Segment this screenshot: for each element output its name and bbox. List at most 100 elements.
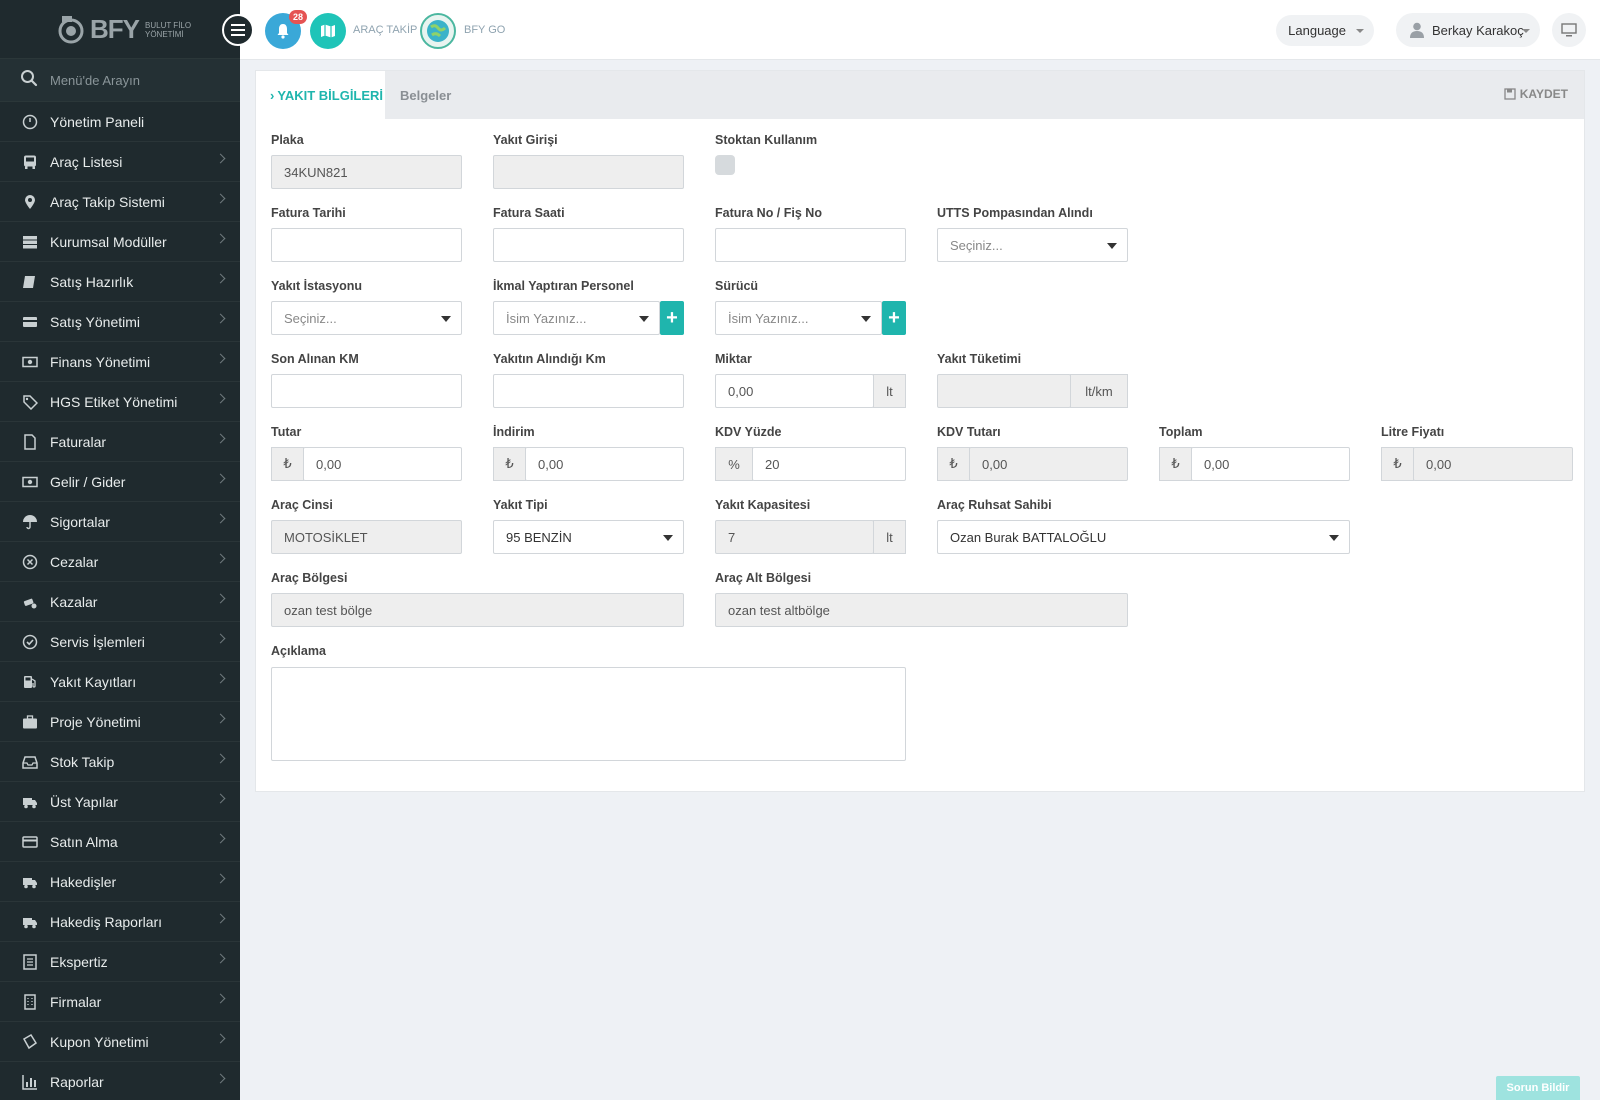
stoktan-kullanim-checkbox[interactable]: [715, 155, 735, 175]
sidebar-item-20[interactable]: Hakedişler: [0, 862, 240, 902]
map-button[interactable]: [310, 13, 346, 49]
surucu-select[interactable]: İsim Yazınız...: [715, 301, 882, 335]
aciklama-label: Açıklama: [271, 644, 326, 658]
user-menu[interactable]: Berkay Karakoç: [1396, 13, 1540, 47]
yakit-tipi-label: Yakıt Tipi: [493, 498, 548, 512]
topbar: 28 ARAÇ TAKİP BFY GO Language Berkay Kar…: [240, 0, 1600, 60]
sidebar-item-2[interactable]: Araç Listesi: [0, 142, 240, 182]
save-button[interactable]: KAYDET: [1504, 87, 1568, 101]
sidebar-item-24[interactable]: Kupon Yönetimi: [0, 1022, 240, 1062]
fatura-tarihi-input[interactable]: [271, 228, 462, 262]
monitor-icon: [1561, 23, 1577, 37]
sidebar-item-label: Yönetim Paneli: [50, 113, 145, 130]
sidebar-item-15[interactable]: Yakıt Kayıtları: [0, 662, 240, 702]
sidebar-item-8[interactable]: HGS Etiket Yönetimi: [0, 382, 240, 422]
son-km-input[interactable]: [271, 374, 462, 408]
bfy-go-link[interactable]: BFY GO: [464, 24, 505, 36]
miktar-input[interactable]: 0,00: [715, 374, 874, 408]
sidebar-item-9[interactable]: Faturalar: [0, 422, 240, 462]
sidebar-item-label: Ekspertiz: [50, 953, 108, 970]
sidebar-item-label: Kupon Yönetimi: [50, 1033, 149, 1050]
sidebar-item-label: Satış Hazırlık: [50, 273, 134, 290]
sidebar-item-12[interactable]: Cezalar: [0, 542, 240, 582]
sidebar-item-6[interactable]: Satış Yönetimi: [0, 302, 240, 342]
sidebar-item-10[interactable]: Gelir / Gider: [0, 462, 240, 502]
sidebar-item-14[interactable]: Servis İşlemleri: [0, 622, 240, 662]
sidebar-item-label: Yakıt Kayıtları: [50, 673, 137, 690]
list-icon: [20, 952, 40, 972]
stoktan-kullanim-label: Stoktan Kullanım: [715, 133, 818, 147]
arac-takip-link[interactable]: ARAÇ TAKİP: [353, 24, 417, 36]
tab-belgeler[interactable]: Belgeler: [400, 71, 451, 119]
money-icon: [20, 352, 40, 372]
toplam-input[interactable]: 0,00: [1191, 447, 1350, 481]
sidebar-item-19[interactable]: Satın Alma: [0, 822, 240, 862]
sidebar-item-1[interactable]: Yönetim Paneli: [0, 102, 240, 142]
utts-select[interactable]: Seçiniz...: [937, 228, 1128, 262]
notifications-button[interactable]: 28: [265, 10, 307, 49]
sidebar-item-25[interactable]: Raporlar: [0, 1062, 240, 1100]
sidebar-item-16[interactable]: Proje Yönetimi: [0, 702, 240, 742]
menu-toggle-button[interactable]: [222, 14, 254, 46]
bfy-go-button[interactable]: [420, 13, 456, 49]
crash-icon: [20, 592, 40, 612]
sidebar-item-7[interactable]: Finans Yönetimi: [0, 342, 240, 382]
sidebar-item-label: Gelir / Gider: [50, 473, 126, 490]
umbrella-icon: [20, 512, 40, 532]
sidebar-item-label: HGS Etiket Yönetimi: [50, 393, 178, 410]
brand-logo[interactable]: BFY BULUT FİLO YÖNETİMİ: [58, 14, 191, 45]
kdv-tutari-label: KDV Tutarı: [937, 425, 1001, 439]
alindigi-km-input[interactable]: [493, 374, 684, 408]
tutar-input[interactable]: 0,00: [303, 447, 462, 481]
tab-yakit-bilgileri[interactable]: › YAKIT BİLGİLERİ: [256, 71, 385, 119]
map-pin-icon: [20, 192, 40, 212]
sidebar-item-3[interactable]: Araç Takip Sistemi: [0, 182, 240, 222]
sidebar-item-17[interactable]: Stok Takip: [0, 742, 240, 782]
alt-bolge-field: ozan test altbölge: [715, 593, 1128, 627]
menu-search[interactable]: Menü'de Arayın: [0, 58, 240, 102]
sidebar-item-23[interactable]: Firmalar: [0, 982, 240, 1022]
sidebar-item-21[interactable]: Hakediş Raporları: [0, 902, 240, 942]
chevron-right-icon: [215, 673, 226, 684]
cash-icon: [20, 472, 40, 492]
language-dropdown[interactable]: Language: [1276, 15, 1374, 46]
report-issue-button[interactable]: Sorun Bildir: [1496, 1076, 1580, 1100]
brand-mark-icon: [58, 15, 84, 45]
tutar-label: Tutar: [271, 425, 302, 439]
tuketim-unit: lt/km: [1070, 374, 1128, 408]
aciklama-textarea[interactable]: [271, 667, 906, 761]
kapasite-label: Yakıt Kapasitesi: [715, 498, 811, 512]
sidebar-item-13[interactable]: Kazalar: [0, 582, 240, 622]
add-surucu-button[interactable]: +: [882, 301, 906, 335]
chevron-right-icon: [215, 753, 226, 764]
book-icon: [20, 272, 40, 292]
truck-icon: [20, 912, 40, 932]
fuel-icon: [20, 672, 40, 692]
add-personel-button[interactable]: +: [660, 301, 684, 335]
sidebar-item-4[interactable]: Kurumsal Modüller: [0, 222, 240, 262]
caret-down-icon: [663, 535, 673, 541]
search-icon: [20, 69, 38, 92]
sidebar-item-22[interactable]: Ekspertiz: [0, 942, 240, 982]
kdv-yuzde-input[interactable]: 20: [752, 447, 906, 481]
caret-down-icon: [639, 316, 649, 322]
fuel-form-card: › YAKIT BİLGİLERİ Belgeler KAYDET Plaka …: [255, 70, 1585, 792]
yakit-tipi-select[interactable]: 95 BENZİN: [493, 520, 684, 554]
sidebar: BFY BULUT FİLO YÖNETİMİ Menü'de Arayın Y…: [0, 0, 240, 1100]
plaka-label: Plaka: [271, 133, 304, 147]
litre-fiyati-currency: ₺: [1381, 447, 1414, 481]
x-circle-icon: [20, 552, 40, 572]
chevron-down-icon: [1356, 29, 1364, 33]
logo-bar: BFY BULUT FİLO YÖNETİMİ: [0, 0, 240, 58]
sidebar-item-5[interactable]: Satış Hazırlık: [0, 262, 240, 302]
istasyon-select[interactable]: Seçiniz...: [271, 301, 462, 335]
fatura-saati-input[interactable]: [493, 228, 684, 262]
sidebar-item-11[interactable]: Sigortalar: [0, 502, 240, 542]
sidebar-item-18[interactable]: Üst Yapılar: [0, 782, 240, 822]
ruhsat-select[interactable]: Ozan Burak BATTALOĞLU: [937, 520, 1350, 554]
fatura-no-input[interactable]: [715, 228, 906, 262]
ikmal-select[interactable]: İsim Yazınız...: [493, 301, 660, 335]
fullscreen-button[interactable]: [1552, 13, 1586, 47]
user-icon: [1410, 22, 1424, 38]
indirim-input[interactable]: 0,00: [525, 447, 684, 481]
